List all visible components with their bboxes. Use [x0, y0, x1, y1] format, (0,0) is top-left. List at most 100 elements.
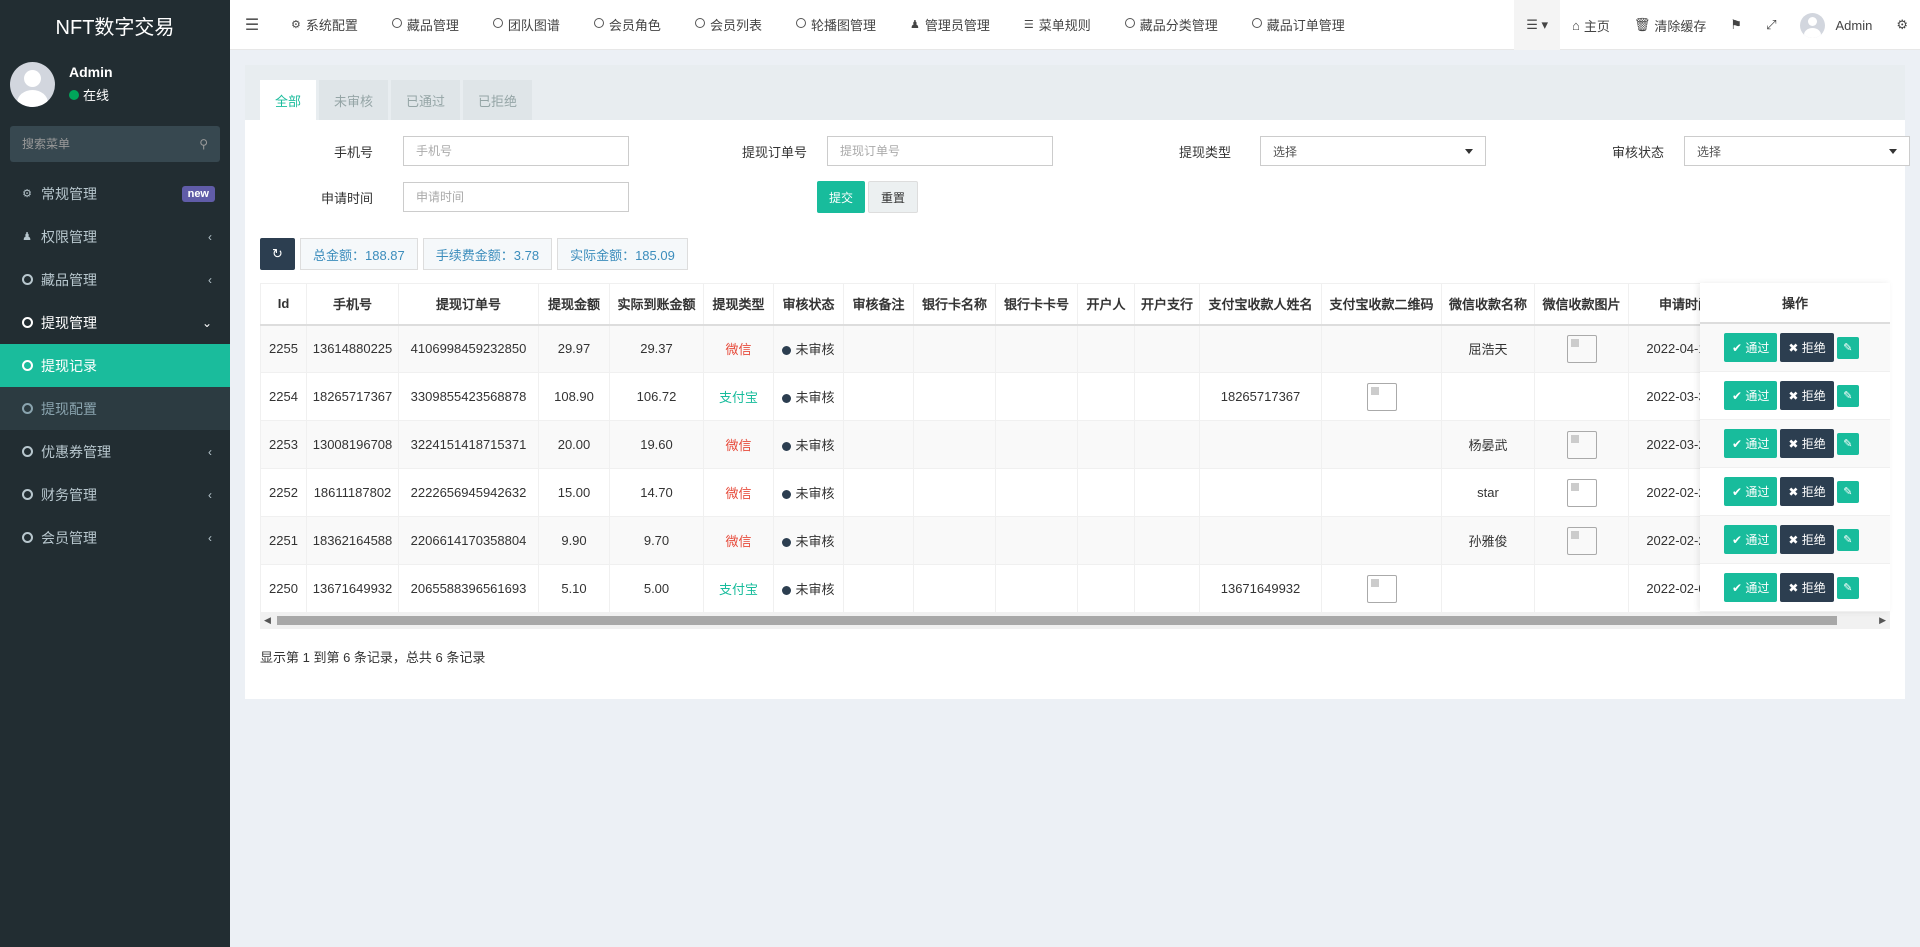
brand-logo[interactable]: NFT数字交易: [0, 0, 230, 50]
sidebar-item-coupons[interactable]: 优惠券管理 ‹: [0, 430, 230, 473]
admin-menu[interactable]: Admin: [1788, 0, 1884, 50]
sidebar-item-withdraw[interactable]: 提现管理 ⌄: [0, 301, 230, 344]
edit-pencil-icon[interactable]: ✎: [1836, 576, 1859, 599]
tab-member-roles[interactable]: 会员角色: [577, 0, 678, 50]
tab-collection-orders[interactable]: 藏品订单管理: [1235, 0, 1362, 50]
sidebar-toggle-icon[interactable]: ☰: [230, 0, 274, 50]
tab-member-list[interactable]: 会员列表: [678, 0, 779, 50]
phone-input[interactable]: [403, 136, 629, 166]
tab-rejected[interactable]: 已拒绝: [463, 80, 533, 120]
search-icon[interactable]: ⚲: [199, 137, 208, 151]
tab-pending[interactable]: 未审核: [319, 80, 389, 120]
approve-button[interactable]: ✔ 通过: [1724, 525, 1778, 554]
ops-row: ✔ 通过 ✖ 拒绝 ✎: [1700, 564, 1890, 612]
broken-image-icon[interactable]: [1366, 382, 1397, 411]
col-order[interactable]: 提现订单号: [398, 283, 539, 326]
tab-menu-rules[interactable]: ☰ 菜单规则: [1007, 0, 1108, 50]
tab-system-config[interactable]: ⚙ 系统配置: [274, 0, 375, 50]
tabs-dropdown-icon[interactable]: ☰ ▾: [1514, 0, 1561, 50]
sidebar-item-withdraw-config[interactable]: 提现配置: [0, 387, 230, 430]
clear-cache-button[interactable]: 🗑 清除缓存: [1622, 0, 1719, 50]
edit-pencil-icon[interactable]: ✎: [1836, 432, 1859, 455]
broken-image-icon[interactable]: [1566, 478, 1597, 507]
status-dot-icon: [782, 394, 792, 404]
cell-order: 2222656945942632: [398, 468, 539, 517]
sidebar-item-finance[interactable]: 财务管理 ‹: [0, 473, 230, 516]
broken-image-icon[interactable]: [1366, 574, 1397, 603]
sidebar-item-permissions[interactable]: ♟ 权限管理 ‹: [0, 215, 230, 258]
tab-team-graph[interactable]: 团队图谱: [476, 0, 577, 50]
sidebar-item-members[interactable]: 会员管理 ‹: [0, 516, 230, 559]
broken-image-icon[interactable]: [1566, 430, 1597, 459]
approve-button[interactable]: ✔ 通过: [1724, 381, 1778, 410]
col-type[interactable]: 提现类型: [703, 283, 774, 326]
approve-button[interactable]: ✔ 通过: [1724, 573, 1778, 602]
col-actual[interactable]: 实际到账金额: [609, 283, 704, 326]
table-row[interactable]: 2254 18265717367 3309855423568878 108.90…: [260, 372, 1742, 421]
approve-button[interactable]: ✔ 通过: [1724, 477, 1778, 506]
broken-image-icon[interactable]: [1566, 334, 1597, 363]
col-status[interactable]: 审核状态: [773, 283, 844, 326]
tab-collections[interactable]: 藏品管理: [375, 0, 476, 50]
col-bank-name[interactable]: 银行卡名称: [913, 283, 996, 326]
tab-carousel[interactable]: 轮播图管理: [779, 0, 893, 50]
scroll-left-icon[interactable]: ◀: [264, 615, 271, 626]
user-status-label: 在线: [83, 88, 110, 103]
status-select[interactable]: 选择: [1684, 136, 1910, 166]
tab-approved[interactable]: 已通过: [391, 80, 461, 120]
broken-image-icon[interactable]: [1566, 526, 1597, 555]
col-alipay-qr[interactable]: 支付宝收款二维码: [1321, 283, 1442, 326]
reject-button[interactable]: ✖ 拒绝: [1780, 333, 1834, 362]
tab-collection-categories[interactable]: 藏品分类管理: [1108, 0, 1235, 50]
reject-button[interactable]: ✖ 拒绝: [1780, 573, 1834, 602]
table-row[interactable]: 2251 18362164588 2206614170358804 9.90 9…: [260, 516, 1742, 565]
col-bank-card[interactable]: 银行卡卡号: [995, 283, 1078, 326]
col-amount[interactable]: 提现金额: [538, 283, 610, 326]
reject-button[interactable]: ✖ 拒绝: [1780, 429, 1834, 458]
col-holder[interactable]: 开户人: [1077, 283, 1135, 326]
reset-button[interactable]: 重置: [868, 181, 919, 213]
refresh-icon[interactable]: ↻: [260, 238, 295, 270]
col-branch[interactable]: 开户支行: [1134, 283, 1200, 326]
sidebar-item-collections[interactable]: 藏品管理 ‹: [0, 258, 230, 301]
approve-button[interactable]: ✔ 通过: [1724, 429, 1778, 458]
col-phone[interactable]: 手机号: [306, 283, 399, 326]
approve-button[interactable]: ✔ 通过: [1724, 333, 1778, 362]
menu-search-input[interactable]: [22, 137, 182, 151]
scroll-right-icon[interactable]: ▶: [1879, 615, 1886, 626]
home-link[interactable]: ⌂ 主页: [1560, 0, 1622, 50]
col-wechat-name[interactable]: 微信收款名称: [1441, 283, 1535, 326]
tab-all[interactable]: 全部: [260, 80, 317, 120]
table-row[interactable]: 2250 13671649932 2065588396561693 5.10 5…: [260, 564, 1742, 612]
reject-button[interactable]: ✖ 拒绝: [1780, 381, 1834, 410]
chevron-left-icon: ‹: [208, 444, 212, 459]
sidebar-item-withdraw-records[interactable]: 提现记录: [0, 344, 230, 387]
reject-button[interactable]: ✖ 拒绝: [1780, 477, 1834, 506]
edit-pencil-icon[interactable]: ✎: [1836, 336, 1859, 359]
col-alipay-name[interactable]: 支付宝收款人姓名: [1199, 283, 1322, 326]
cell-bank-card: [995, 420, 1078, 469]
fullscreen-icon[interactable]: ⤢: [1754, 0, 1788, 50]
edit-pencil-icon[interactable]: ✎: [1836, 528, 1859, 551]
settings-gear-icon[interactable]: ⚙: [1884, 0, 1920, 50]
sidebar-item-general[interactable]: ⚙ 常规管理 new: [0, 172, 230, 215]
content-panel: 全部 未审核 已通过 已拒绝 手机号 提现订单号 提现类型 选择 审核状态 选择…: [245, 65, 1910, 699]
table-row[interactable]: 2253 13008196708 3224151418715371 20.00 …: [260, 420, 1742, 469]
order-input[interactable]: [827, 136, 1053, 166]
col-wechat-img[interactable]: 微信收款图片: [1534, 283, 1629, 326]
table-row[interactable]: 2252 18611187802 2222656945942632 15.00 …: [260, 468, 1742, 517]
submit-button[interactable]: 提交: [817, 181, 866, 213]
time-input[interactable]: [403, 182, 629, 212]
scrollbar-thumb[interactable]: [277, 616, 1837, 625]
horizontal-scrollbar[interactable]: ◀ ▶: [260, 612, 1890, 629]
col-remark[interactable]: 审核备注: [843, 283, 914, 326]
language-icon[interactable]: ⚑: [1718, 0, 1754, 50]
cell-order: 4106998459232850: [398, 324, 539, 373]
edit-pencil-icon[interactable]: ✎: [1836, 480, 1859, 503]
reject-button[interactable]: ✖ 拒绝: [1780, 525, 1834, 554]
col-id[interactable]: Id: [260, 283, 307, 326]
edit-pencil-icon[interactable]: ✎: [1836, 384, 1859, 407]
table-row[interactable]: 2255 13614880225 4106998459232850 29.97 …: [260, 324, 1742, 373]
type-select[interactable]: 选择: [1260, 136, 1486, 166]
tab-admins[interactable]: ♟ 管理员管理: [893, 0, 1007, 50]
